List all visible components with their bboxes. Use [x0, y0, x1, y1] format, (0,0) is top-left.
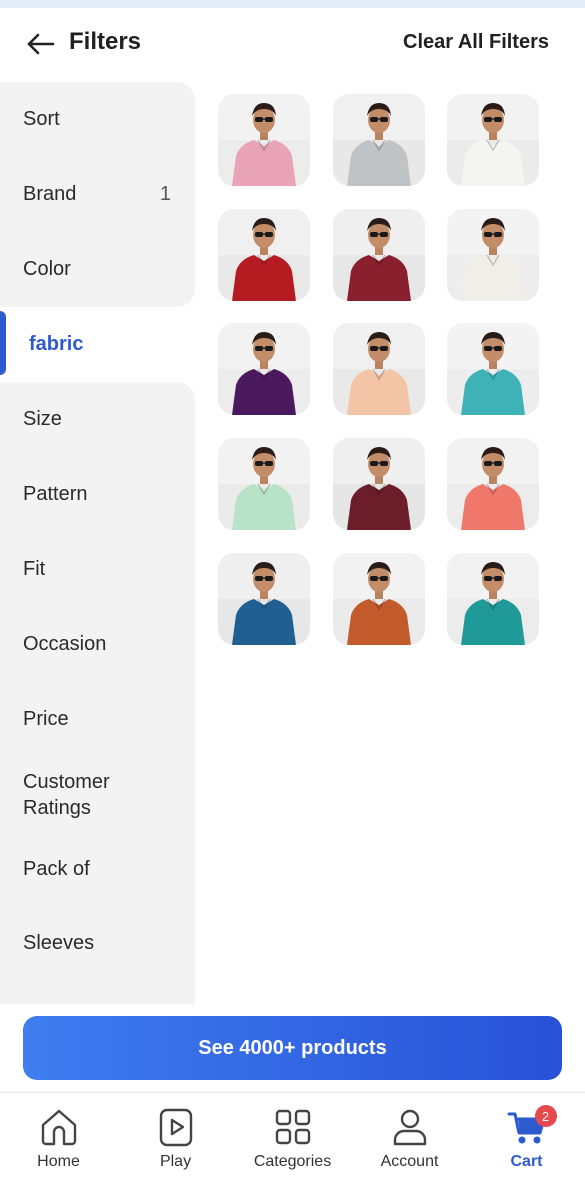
sidebar-item-label: Pack of	[23, 858, 90, 880]
cta-bar: See 4000+ products	[0, 1004, 585, 1092]
product-thumbnail[interactable]	[333, 323, 425, 415]
product-image	[218, 438, 310, 530]
active-indicator	[0, 311, 6, 375]
sidebar-item-label: Color	[23, 258, 71, 280]
sidebar-item-label: Customer Ratings	[23, 770, 110, 819]
product-thumbnail[interactable]	[333, 438, 425, 530]
sidebar-item-label: Occasion	[23, 633, 107, 655]
nav-account[interactable]: Account	[351, 1093, 468, 1200]
product-thumbnail[interactable]	[218, 438, 310, 530]
sidebar-item-pack-of[interactable]: Pack of	[0, 832, 195, 907]
account-icon	[390, 1107, 430, 1147]
nav-label: Cart	[510, 1153, 543, 1170]
nav-label: Play	[159, 1153, 192, 1170]
nav-label: Categories	[253, 1153, 332, 1170]
sidebar-item-price[interactable]: Price	[0, 682, 195, 757]
header: Filters Clear All Filters	[0, 8, 585, 82]
nav-label: Home	[37, 1153, 80, 1170]
page-title: Filters	[69, 28, 142, 55]
sidebar-item-label: Sleeves	[23, 932, 95, 954]
product-image	[447, 94, 539, 186]
selected-count: 1	[159, 183, 171, 205]
product-thumbnail[interactable]	[218, 209, 310, 301]
back-button[interactable]	[22, 26, 58, 62]
product-image	[218, 553, 310, 645]
product-image	[333, 94, 425, 186]
home-icon	[39, 1107, 79, 1147]
nav-categories[interactable]: Categories	[234, 1093, 351, 1200]
sidebar-item-label: fabric	[29, 333, 84, 355]
sidebar-item-size[interactable]: Size	[0, 382, 195, 457]
product-image	[447, 209, 539, 301]
see-products-button[interactable]: See 4000+ products	[23, 1016, 562, 1080]
product-image	[218, 323, 310, 415]
sidebar-item-pattern[interactable]: Pattern	[0, 457, 195, 532]
sidebar-item-brand[interactable]: Brand 1	[0, 157, 195, 232]
sidebar-item-label: Pattern	[23, 483, 88, 505]
product-image	[447, 323, 539, 415]
sidebar-item-label: Sort	[23, 108, 60, 130]
product-thumbnail[interactable]	[447, 209, 539, 301]
product-thumbnail[interactable]	[218, 553, 310, 645]
product-thumbnail[interactable]	[447, 438, 539, 530]
sidebar-item-fabric[interactable]: fabric	[0, 307, 195, 382]
product-image	[333, 438, 425, 530]
cart-count-badge: 2	[534, 1105, 557, 1127]
filter-sidebar: Sort Brand 1 Color fabric Size Pattern F…	[0, 82, 195, 1004]
bottom-navigation: Home Play Categories Account 2 Cart	[0, 1092, 585, 1200]
status-strip	[0, 0, 585, 8]
nav-label: Account	[380, 1153, 439, 1170]
sidebar-item-sleeves[interactable]: Sleeves	[0, 907, 195, 1004]
sidebar-item-customer-ratings[interactable]: Customer Ratings	[0, 757, 195, 832]
product-thumbnail[interactable]	[218, 94, 310, 186]
nav-cart[interactable]: 2 Cart	[468, 1093, 585, 1200]
play-icon	[156, 1107, 196, 1147]
clear-all-filters-button[interactable]: Clear All Filters	[403, 31, 549, 54]
back-arrow-icon	[27, 33, 55, 55]
product-image	[333, 323, 425, 415]
nav-play[interactable]: Play	[117, 1093, 234, 1200]
product-image	[218, 209, 310, 301]
sidebar-item-label: Price	[23, 708, 69, 730]
sidebar-item-label: Fit	[23, 558, 46, 580]
sidebar-item-fit[interactable]: Fit	[0, 532, 195, 607]
cart-icon: 2	[507, 1105, 557, 1147]
product-thumbnail[interactable]	[333, 94, 425, 186]
product-thumbnail[interactable]	[447, 553, 539, 645]
product-thumbnail[interactable]	[447, 94, 539, 186]
sidebar-item-sort[interactable]: Sort	[0, 82, 195, 157]
product-thumbnail[interactable]	[333, 209, 425, 301]
product-image	[447, 553, 539, 645]
product-image	[218, 94, 310, 186]
sidebar-item-label: Size	[23, 408, 62, 430]
sidebar-item-color[interactable]: Color	[0, 232, 195, 307]
sidebar-item-occasion[interactable]: Occasion	[0, 607, 195, 682]
categories-icon	[273, 1107, 313, 1147]
nav-home[interactable]: Home	[0, 1093, 117, 1200]
product-image	[333, 553, 425, 645]
product-image	[447, 438, 539, 530]
product-image	[333, 209, 425, 301]
product-thumbnail[interactable]	[333, 553, 425, 645]
sidebar-item-label: Brand	[23, 183, 77, 205]
product-thumbnail[interactable]	[218, 323, 310, 415]
product-thumbnail[interactable]	[447, 323, 539, 415]
